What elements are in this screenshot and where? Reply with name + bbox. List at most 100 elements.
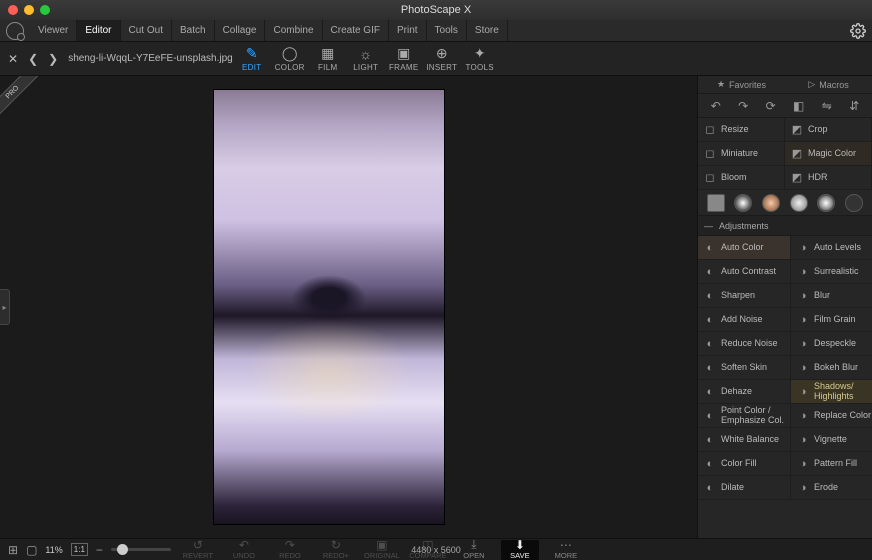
insert-icon: ⊕ bbox=[434, 46, 450, 62]
swatch-2[interactable] bbox=[762, 194, 780, 212]
tool-hdr[interactable]: ◩HDR bbox=[785, 166, 872, 190]
app-title: PhotoScape X bbox=[0, 4, 872, 16]
tool-color-fill[interactable]: ◐Color Fill bbox=[698, 452, 791, 476]
close-file-icon[interactable]: ✕ bbox=[8, 52, 18, 66]
auto-color-icon: ◐ bbox=[704, 242, 716, 254]
tool-surrealistic[interactable]: ◑Surrealistic bbox=[791, 260, 872, 284]
close-window-button[interactable] bbox=[8, 5, 18, 15]
tab-print[interactable]: Print bbox=[389, 20, 427, 41]
tab-cut-out[interactable]: Cut Out bbox=[121, 20, 172, 41]
tool-resize[interactable]: ◻Resize bbox=[698, 118, 785, 142]
vignette-icon: ◑ bbox=[797, 434, 809, 446]
swatch-3[interactable] bbox=[790, 194, 808, 212]
tab-collage[interactable]: Collage bbox=[215, 20, 266, 41]
tool-white-balance[interactable]: ◐White Balance bbox=[698, 428, 791, 452]
more-button[interactable]: ⋯MORE bbox=[547, 540, 585, 560]
reduce-noise-icon: ◐ bbox=[704, 338, 716, 350]
swatch-4[interactable] bbox=[817, 194, 835, 212]
insert-mode-button[interactable]: ⊕INSERT bbox=[423, 46, 461, 72]
save-button[interactable]: ⬇SAVE bbox=[501, 540, 539, 560]
tool-crop[interactable]: ◩Crop bbox=[785, 118, 872, 142]
settings-gear-icon[interactable] bbox=[850, 23, 866, 39]
compare-button: ◫COMPARE bbox=[409, 540, 447, 560]
tool-sharpen[interactable]: ◐Sharpen bbox=[698, 284, 791, 308]
rotate-row: ↶ ↷ ⟳ ◧ ⇋ ⇵ bbox=[698, 94, 872, 118]
tool-soften-skin[interactable]: ◐Soften Skin bbox=[698, 356, 791, 380]
tool-despeckle[interactable]: ◑Despeckle bbox=[791, 332, 872, 356]
color-mode-button[interactable]: ◯COLOR bbox=[271, 46, 309, 72]
tool-film-grain[interactable]: ◑Film Grain bbox=[791, 308, 872, 332]
tool-point-color-emphasize-col[interactable]: ◐Point Color /Emphasize Col. bbox=[698, 404, 791, 428]
image-preview[interactable] bbox=[214, 90, 444, 524]
tab-editor[interactable]: Editor bbox=[77, 20, 120, 41]
white-balance-icon: ◐ bbox=[704, 434, 716, 446]
tab-store[interactable]: Store bbox=[467, 20, 508, 41]
flip-v-icon[interactable]: ⇵ bbox=[849, 99, 859, 113]
frame-mode-button[interactable]: ▣FRAME bbox=[385, 46, 423, 72]
tool-dehaze[interactable]: ◐Dehaze bbox=[698, 380, 791, 404]
film-mode-button[interactable]: ▦FILM bbox=[309, 46, 347, 72]
adjustments-section-header[interactable]: —Adjustments bbox=[698, 216, 872, 236]
color-fill-icon: ◐ bbox=[704, 458, 716, 470]
tool-erode[interactable]: ◑Erode bbox=[791, 476, 872, 500]
replace-color-icon: ◑ bbox=[797, 410, 809, 422]
swatch-grid-icon[interactable] bbox=[707, 194, 725, 212]
minimize-window-button[interactable] bbox=[24, 5, 34, 15]
zoom-slider[interactable] bbox=[111, 548, 171, 551]
app-logo-icon[interactable] bbox=[6, 22, 24, 40]
canvas-area[interactable]: PRO ▸ bbox=[0, 76, 697, 538]
zoom-window-button[interactable] bbox=[40, 5, 50, 15]
prev-file-icon[interactable]: ❮ bbox=[28, 52, 38, 66]
edit-mode-button[interactable]: ✎EDIT bbox=[233, 46, 271, 72]
rotate-cw-icon[interactable]: ↷ bbox=[738, 99, 748, 113]
dilate-icon: ◐ bbox=[704, 482, 716, 494]
favorites-tab[interactable]: ★Favorites bbox=[698, 76, 785, 93]
tool-magic-color[interactable]: ◩Magic Color bbox=[785, 142, 872, 166]
straighten-icon[interactable]: ◧ bbox=[793, 99, 804, 113]
sidebar-expand-handle[interactable]: ▸ bbox=[0, 289, 10, 325]
zoom-slider-knob[interactable] bbox=[117, 544, 128, 555]
miniature-icon: ◻ bbox=[704, 148, 716, 160]
tool-replace-color[interactable]: ◑Replace Color bbox=[791, 404, 872, 428]
tool-auto-levels[interactable]: ◑Auto Levels bbox=[791, 236, 872, 260]
zoom-1to1-button[interactable]: 1:1 bbox=[71, 543, 88, 556]
tab-create-gif[interactable]: Create GIF bbox=[323, 20, 389, 41]
tool-auto-contrast[interactable]: ◐Auto Contrast bbox=[698, 260, 791, 284]
tool-pattern-fill[interactable]: ◑Pattern Fill bbox=[791, 452, 872, 476]
surrealistic-icon: ◑ bbox=[797, 266, 809, 278]
titlebar: PhotoScape X bbox=[0, 0, 872, 20]
tool-dilate[interactable]: ◐Dilate bbox=[698, 476, 791, 500]
grid-toggle-icon[interactable]: ⊞ bbox=[8, 543, 18, 557]
tool-bokeh-blur[interactable]: ◑Bokeh Blur bbox=[791, 356, 872, 380]
tool-blur[interactable]: ◑Blur bbox=[791, 284, 872, 308]
frame-icon: ▣ bbox=[396, 46, 412, 62]
rotate-angle-icon[interactable]: ⟳ bbox=[766, 99, 776, 113]
tools-mode-button[interactable]: ✦TOOLS bbox=[461, 46, 499, 72]
point-color-emphasize-col-icon: ◐ bbox=[704, 410, 716, 422]
tool-auto-color[interactable]: ◐Auto Color bbox=[698, 236, 791, 260]
tab-tools[interactable]: Tools bbox=[427, 20, 467, 41]
tool-bloom[interactable]: ◻Bloom bbox=[698, 166, 785, 190]
fit-screen-icon[interactable]: ▢ bbox=[26, 543, 37, 557]
tab-batch[interactable]: Batch bbox=[172, 20, 215, 41]
tool-shadows-highlights[interactable]: ◑Shadows/Highlights bbox=[791, 380, 872, 404]
dehaze-icon: ◐ bbox=[704, 386, 716, 398]
light-mode-button[interactable]: ☼LIGHT bbox=[347, 46, 385, 72]
macros-tab[interactable]: ▷Macros bbox=[785, 76, 872, 93]
rotate-ccw-icon[interactable]: ↶ bbox=[711, 99, 721, 113]
tool-reduce-noise[interactable]: ◐Reduce Noise bbox=[698, 332, 791, 356]
color-icon: ◯ bbox=[282, 46, 298, 62]
tool-miniature[interactable]: ◻Miniature bbox=[698, 142, 785, 166]
swatch-drop-icon[interactable] bbox=[845, 194, 863, 212]
tool-add-noise[interactable]: ◐Add Noise bbox=[698, 308, 791, 332]
swatch-1[interactable] bbox=[734, 194, 752, 212]
window-controls bbox=[8, 5, 50, 15]
shadows-highlights-icon: ◑ bbox=[797, 386, 809, 398]
pro-badge[interactable]: PRO bbox=[0, 76, 44, 120]
next-file-icon[interactable]: ❯ bbox=[48, 52, 58, 66]
tab-viewer[interactable]: Viewer bbox=[30, 20, 77, 41]
zoom-out-icon[interactable]: − bbox=[96, 543, 103, 557]
flip-h-icon[interactable]: ⇋ bbox=[822, 99, 832, 113]
tab-combine[interactable]: Combine bbox=[265, 20, 322, 41]
tool-vignette[interactable]: ◑Vignette bbox=[791, 428, 872, 452]
